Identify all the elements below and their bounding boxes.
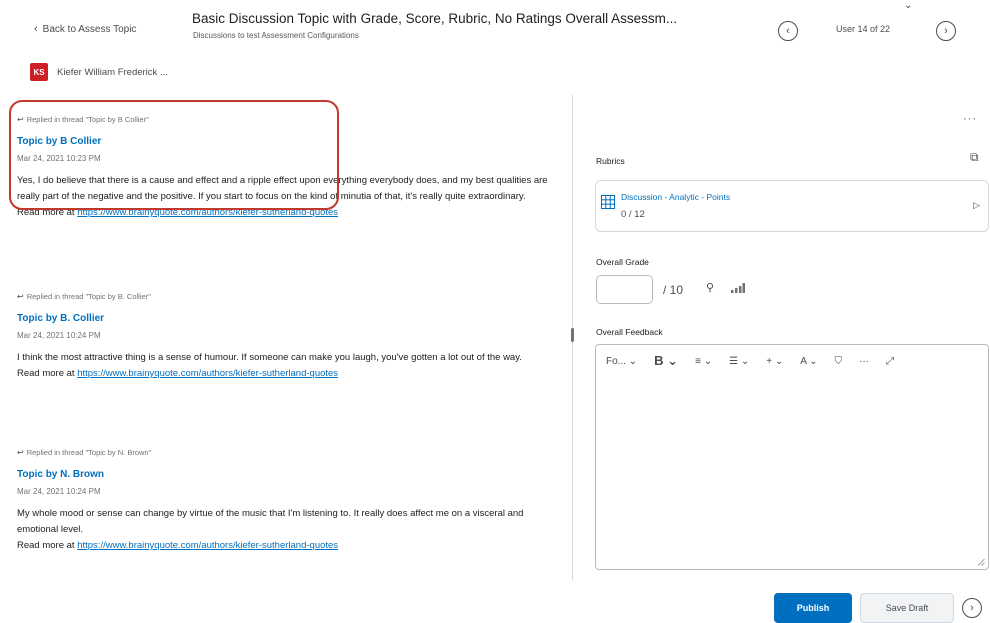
- grade-out-of: / 10: [663, 283, 684, 297]
- expand-rubric-icon[interactable]: ▷: [973, 200, 980, 211]
- post-source-link[interactable]: https://www.brainyquote.com/authors/kief…: [77, 207, 338, 218]
- overall-grade-label: Overall Grade: [596, 257, 649, 267]
- rubric-score: 0 / 12: [621, 209, 645, 220]
- reply-icon: ↩: [17, 292, 24, 301]
- save-draft-button[interactable]: Save Draft: [860, 593, 954, 623]
- user-count: User 14 of 22: [836, 24, 891, 34]
- insert-dropdown[interactable]: + ⌄: [766, 356, 783, 367]
- post-source-link[interactable]: https://www.brainyquote.com/authors/kief…: [77, 540, 338, 551]
- format-painter-icon[interactable]: ⛉: [834, 356, 842, 367]
- back-to-assess-topic-link[interactable]: ‹ Back to Assess Topic: [34, 23, 136, 35]
- replied-text: Replied in thread "Topic by B Collier": [26, 115, 149, 124]
- reply-icon: ↩: [17, 115, 24, 124]
- post-item: ↩ Replied in thread "Topic by B Collier"…: [17, 115, 562, 221]
- chevron-right-icon: ›: [970, 602, 974, 614]
- publish-button[interactable]: Publish: [774, 593, 852, 623]
- replied-text: Replied in thread "Topic by B. Collier": [26, 292, 151, 301]
- grade-stats-icon[interactable]: [731, 283, 745, 293]
- post-title-link[interactable]: Topic by B Collier: [17, 136, 562, 147]
- editor-toolbar: Fo... ⌄ B ⌄ ≡ ⌄ ☰ ⌄ + ⌄ A ⌄ ⛉ ··· ⤢: [596, 345, 988, 377]
- post-body: My whole mood or sense can change by vir…: [17, 506, 562, 554]
- next-student-button[interactable]: ›: [962, 598, 982, 618]
- post-item: ↩ Replied in thread "Topic by N. Brown" …: [17, 448, 562, 554]
- page-title: Basic Discussion Topic with Grade, Score…: [192, 11, 678, 26]
- back-link-label: Back to Assess Topic: [42, 24, 137, 35]
- post-text: I think the most attractive thing is a s…: [17, 352, 522, 363]
- list-dropdown[interactable]: ☰ ⌄: [729, 356, 749, 367]
- reply-icon: ↩: [17, 448, 24, 457]
- align-dropdown[interactable]: ≡ ⌄: [695, 356, 712, 367]
- replied-in-thread: ↩ Replied in thread "Topic by N. Brown": [17, 448, 562, 457]
- text-style-dropdown[interactable]: A ⌄: [800, 356, 817, 367]
- post-date: Mar 24, 2021 10:23 PM: [17, 154, 101, 163]
- next-user-button[interactable]: ›: [936, 21, 956, 41]
- chevron-left-icon: ‹: [34, 23, 38, 35]
- rubric-name-link[interactable]: Discussion - Analytic - Points: [621, 192, 730, 202]
- overall-feedback-label: Overall Feedback: [596, 327, 663, 337]
- post-title-link[interactable]: Topic by N. Brown: [17, 469, 562, 480]
- more-toolbar-button[interactable]: ···: [859, 356, 869, 367]
- read-more-label: Read more at: [17, 207, 75, 218]
- chevron-right-icon: ›: [944, 25, 948, 37]
- format-dropdown[interactable]: Fo... ⌄: [606, 356, 637, 367]
- replied-in-thread: ↩ Replied in thread "Topic by B Collier": [17, 115, 562, 124]
- post-text: Yes, I do believe that there is a cause …: [17, 175, 548, 202]
- chevron-left-icon: ‹: [786, 25, 790, 37]
- resize-grip-icon[interactable]: [977, 558, 985, 566]
- post-item: ↩ Replied in thread "Topic by B. Collier…: [17, 292, 562, 382]
- post-date: Mar 24, 2021 10:24 PM: [17, 331, 101, 340]
- page-subtitle: Discussions to test Assessment Configura…: [193, 31, 359, 40]
- bold-button[interactable]: B ⌄: [654, 353, 678, 369]
- rubrics-label: Rubrics: [596, 156, 625, 166]
- fullscreen-icon[interactable]: ⤢: [886, 356, 894, 367]
- feedback-editor[interactable]: Fo... ⌄ B ⌄ ≡ ⌄ ☰ ⌄ + ⌄ A ⌄ ⛉ ··· ⤢: [595, 344, 989, 570]
- previous-user-button[interactable]: ‹: [778, 21, 798, 41]
- post-body: I think the most attractive thing is a s…: [17, 350, 562, 382]
- resize-handle-icon[interactable]: [569, 328, 576, 342]
- user-selector[interactable]: KS Kiefer William Frederick ...: [30, 63, 168, 81]
- pin-icon[interactable]: ⚲: [706, 281, 714, 294]
- chevron-down-icon[interactable]: ⌄: [904, 0, 912, 11]
- popout-icon[interactable]: ⧉: [970, 150, 979, 165]
- post-text: My whole mood or sense can change by vir…: [17, 508, 524, 535]
- rubric-grid-icon: [601, 195, 615, 209]
- replied-in-thread: ↩ Replied in thread "Topic by B. Collier…: [17, 292, 562, 301]
- post-source-link[interactable]: https://www.brainyquote.com/authors/kief…: [77, 368, 338, 379]
- read-more-label: Read more at: [17, 368, 75, 379]
- rubric-card[interactable]: Discussion - Analytic - Points 0 / 12 ▷: [595, 180, 989, 232]
- user-name: Kiefer William Frederick ...: [57, 66, 168, 78]
- overall-grade-input[interactable]: [596, 275, 653, 304]
- post-title-link[interactable]: Topic by B. Collier: [17, 313, 562, 324]
- post-body: Yes, I do believe that there is a cause …: [17, 173, 562, 221]
- avatar: KS: [30, 63, 48, 81]
- read-more-label: Read more at: [17, 540, 75, 551]
- replied-text: Replied in thread "Topic by N. Brown": [26, 448, 152, 457]
- more-options-button[interactable]: ···: [963, 113, 977, 125]
- top-bar: ‹ Back to Assess Topic Basic Discussion T…: [0, 0, 990, 52]
- post-date: Mar 24, 2021 10:24 PM: [17, 487, 101, 496]
